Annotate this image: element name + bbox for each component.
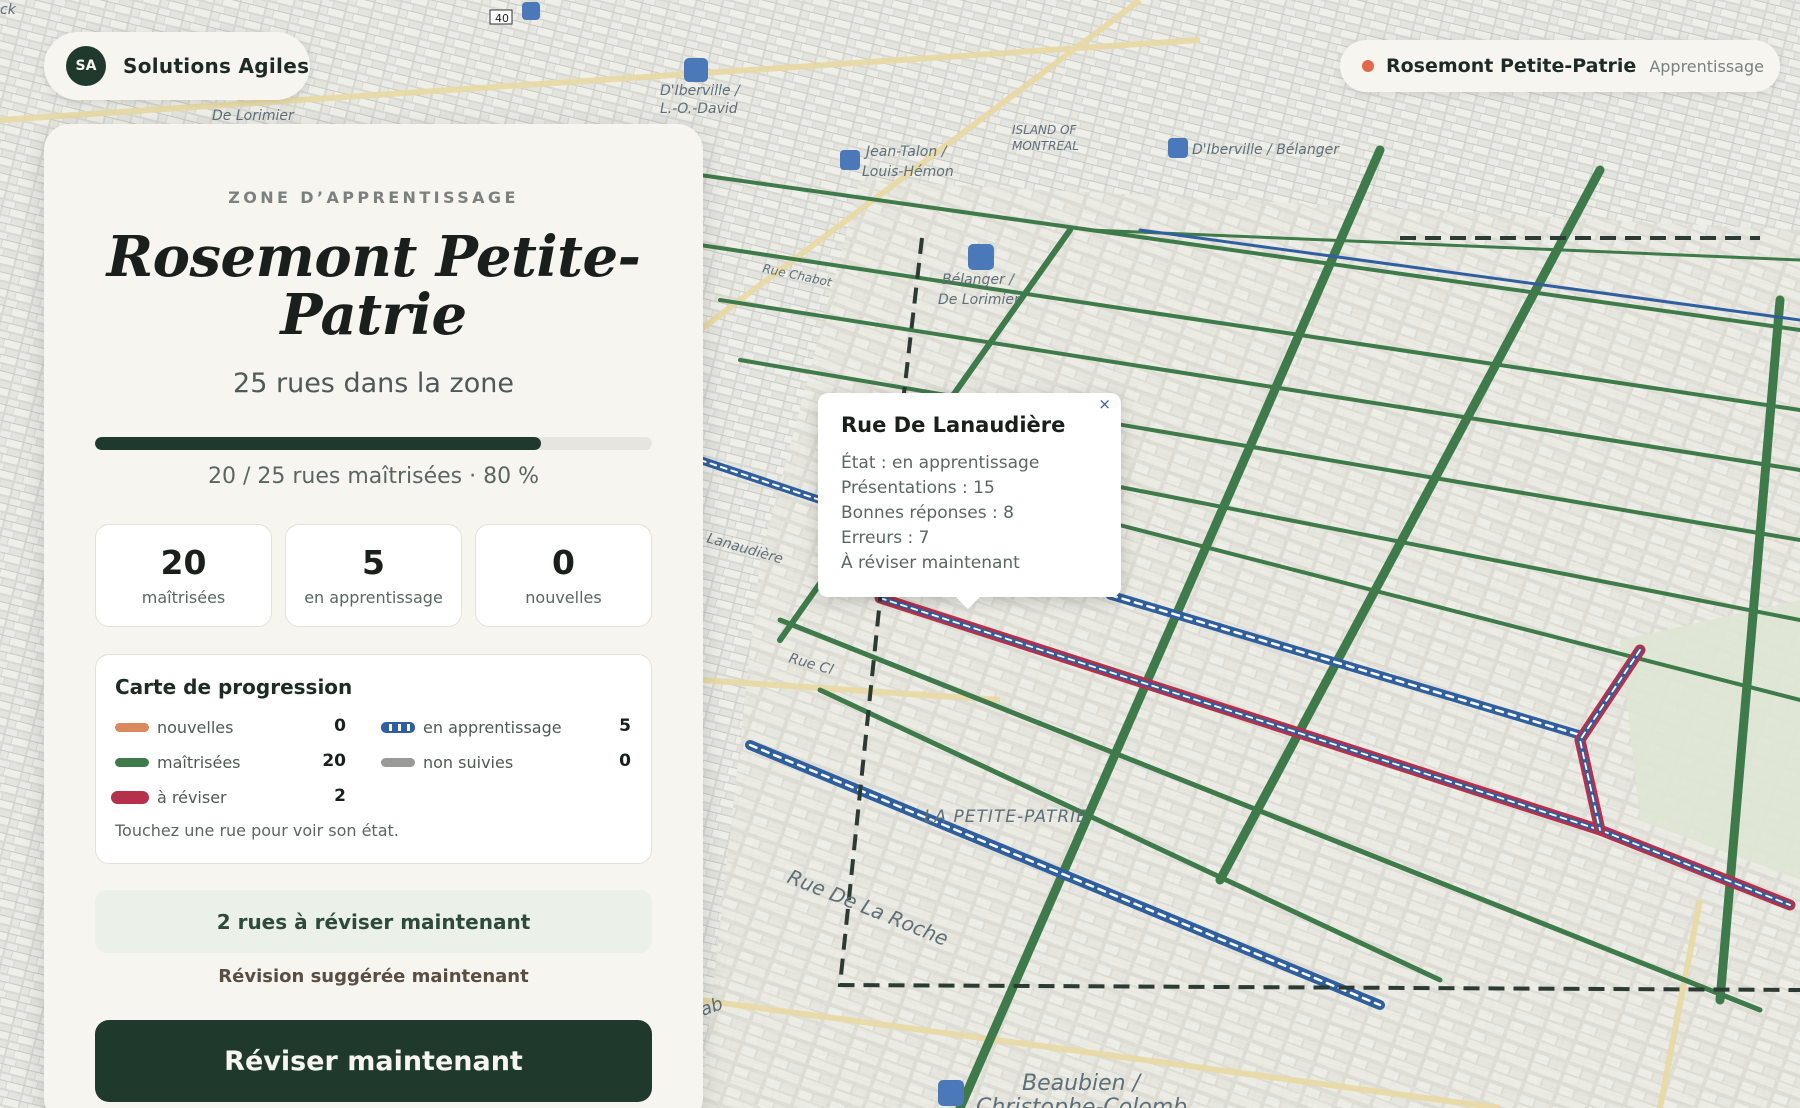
panel-eyebrow: ZONE D’APPRENTISSAGE [228,188,519,207]
review-banner[interactable]: 2 rues à réviser maintenant [95,890,652,953]
legend-label: à réviser [157,787,227,807]
zone-status-dot [1362,60,1374,72]
zone-name: Rosemont Petite-Patrie [1386,55,1637,77]
stat-learning: 5 en apprentissage [285,524,462,627]
legend-label: en apprentissage [423,717,562,737]
legend-count: 20 [322,751,346,771]
stat-value: 0 [552,543,575,582]
stat-label: en apprentissage [304,588,443,607]
legend-label: nouvelles [157,717,234,737]
map-label-diberville-lo: D'Iberville / [660,83,741,99]
popup-line: À réviser maintenant [841,553,1020,573]
legend-item-review: à réviser [111,786,227,808]
legend-label: non suivies [423,752,514,772]
brand-pill[interactable]: SA Solutions Agiles [44,32,310,100]
map-label-colomb: Christophe-Colomb [976,1095,1187,1108]
legend-item-untracked: non suivies [381,751,513,773]
map-label-belanger: Bélanger / [942,272,1015,288]
stats-row: 20 maîtrisées 5 en apprentissage 0 nouve… [95,524,652,627]
legend-count: 2 [334,786,346,806]
stat-value: 20 [160,543,207,582]
legend-swatch [381,757,415,767]
avatar: SA [66,46,106,86]
popup-line: Erreurs : 7 [841,528,930,548]
legend-item-learning: en apprentissage [381,716,562,738]
popup-line: Présentations : 15 [841,478,995,498]
progress-bar [95,437,652,450]
review-now-button[interactable]: Réviser maintenant [95,1020,652,1102]
stat-value: 5 [362,543,385,582]
progress-fill [95,437,541,450]
popup-title: Rue De Lanaudière [841,413,1066,437]
map-label-island: ISLAND OF [1012,123,1078,137]
popup-line: État : en apprentissage [841,453,1040,473]
map-label-beaubien: Beaubien / [1022,1071,1143,1096]
map-label-island2: MONTREAL [1012,139,1079,153]
legend-item-mastered: maîtrisées [115,751,241,773]
legend-count: 0 [334,716,346,736]
legend-swatch [381,721,415,733]
stat-mastered: 20 maîtrisées [95,524,272,627]
map-label-jeantalon2: Louis-Hémon [862,164,954,180]
legend-swatch [115,757,149,767]
legend-swatch [115,722,149,732]
stat-new: 0 nouvelles [475,524,652,627]
review-hint: Révision suggérée maintenant [218,966,529,987]
map-label-route: 40 [495,12,509,25]
legend-hint: Touchez une rue pour voir son état. [115,821,399,840]
street-popup: × Rue De Lanaudière État : en apprentiss… [818,393,1121,609]
map-label-diberville-bel: D'Iberville / Bélanger [1192,142,1340,158]
brand-name: Solutions Agiles [123,54,310,78]
legend-count: 0 [619,751,631,771]
stat-label: maîtrisées [141,588,226,607]
map-label-delorimier-top: De Lorimier [212,108,295,124]
popup-line: Bonnes réponses : 8 [841,503,1014,523]
zone-mode: Apprentissage [1649,56,1764,76]
close-icon[interactable]: × [1098,395,1111,413]
map-label-diberville-lo2: L.-O.-David [660,101,738,117]
zone-panel: ZONE D’APPRENTISSAGE Rosemont Petite-Pat… [44,124,703,1108]
legend-card: Carte de progression nouvelles 0 en appr… [95,654,652,864]
legend-count: 5 [619,716,631,736]
progress-text: 20 / 25 rues maîtrisées · 80 % [207,464,540,489]
legend-item-new: nouvelles [115,716,233,738]
street-count: 25 rues dans la zone [233,368,514,399]
page-title: Rosemont Petite-Patrie [106,224,641,348]
zone-indicator[interactable]: Rosemont Petite-Patrie Apprentissage [1340,40,1780,92]
map-label-petite-patrie: LA PETITE-PATRIE [924,807,1088,827]
legend-label: maîtrisées [157,752,241,772]
legend-swatch [111,790,149,804]
map-label-jeantalon: Jean-Talon / [863,144,948,160]
stat-label: nouvelles [525,588,602,607]
map-label-belanger2: De Lorimier [938,292,1021,308]
legend-title: Carte de progression [115,675,353,699]
map-label-ck: ck [0,2,17,18]
